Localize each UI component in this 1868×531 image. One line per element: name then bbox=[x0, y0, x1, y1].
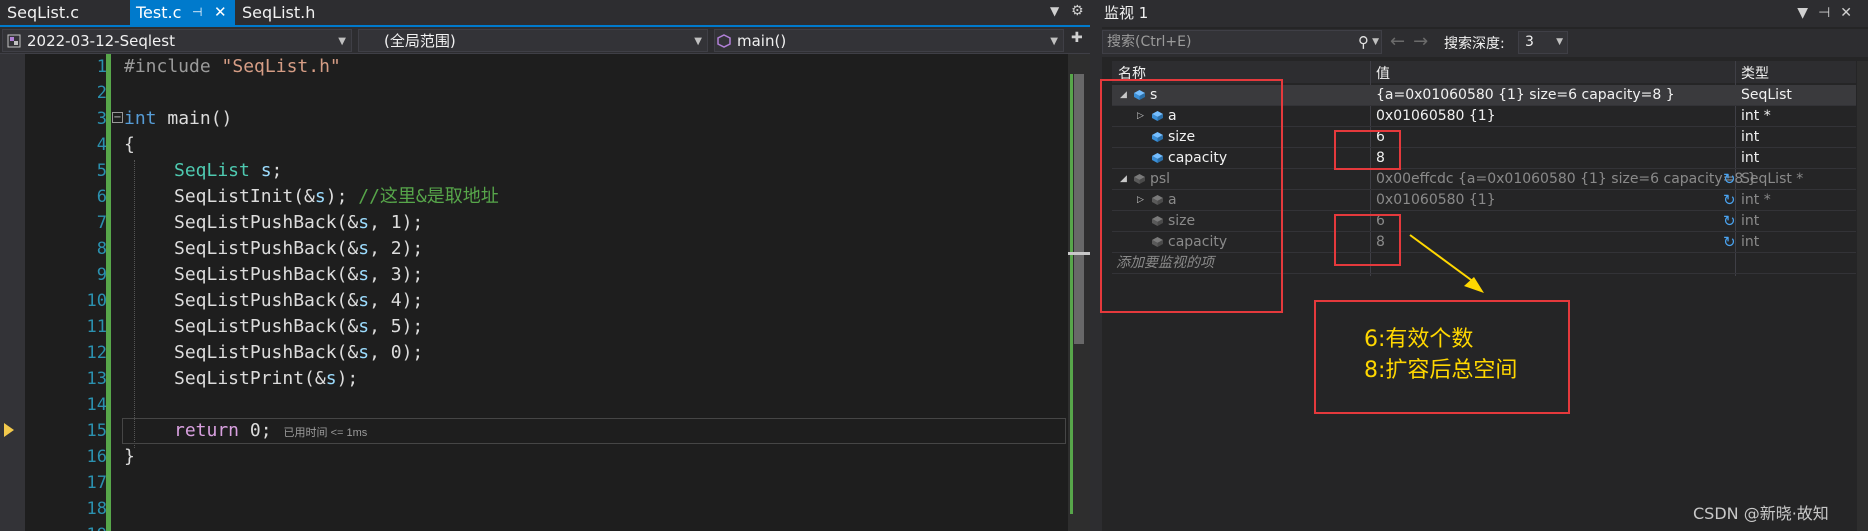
code-line-11: SeqListPushBack(&s, 5); bbox=[174, 316, 424, 337]
code-line-4: { bbox=[124, 134, 135, 155]
line-numbers: 1 2 3 4 5 6 7 8 9 10 11 12 13 14 15 16 1… bbox=[86, 57, 107, 531]
collapse-toggle-icon[interactable]: − bbox=[112, 112, 123, 123]
watermark: CSDN @新晓·故知 bbox=[1693, 504, 1829, 523]
function-dropdown[interactable]: main() ▼ bbox=[714, 29, 1064, 52]
annotation-line-2: 8:扩容后总空间 bbox=[1364, 358, 1518, 383]
back-arrow-icon[interactable]: ← bbox=[1390, 31, 1413, 52]
annotation-line-1: 6:有效个数 bbox=[1364, 327, 1474, 352]
highlight-box-psl-values bbox=[1334, 214, 1401, 266]
search-input[interactable]: 搜索(Ctrl+E) ⚲ ▼ bbox=[1102, 30, 1382, 54]
watch-title-bar: 监视 1 ▼⊣✕ bbox=[1102, 0, 1868, 27]
search-nav-arrows[interactable]: ←→ bbox=[1390, 31, 1436, 52]
code-line-15: return 0; 已用时间 <= 1ms bbox=[174, 420, 368, 441]
chevron-down-icon[interactable]: ▼ bbox=[1372, 31, 1379, 53]
refresh-icon[interactable]: ↻ bbox=[1723, 169, 1736, 189]
annotation-note: 6:有效个数 8:扩容后总空间 bbox=[1314, 300, 1570, 414]
column-header-type[interactable]: 类型 bbox=[1741, 63, 1769, 83]
code-line-10: SeqListPushBack(&s, 4); bbox=[174, 290, 424, 311]
document-tab-bar: SeqList.c Test.c ⊣ ✕ SeqList.h ▼ ⚙ bbox=[0, 0, 1090, 27]
close-icon[interactable]: ✕ bbox=[214, 0, 227, 25]
chevron-down-icon: ▼ bbox=[1050, 36, 1058, 47]
refresh-icon[interactable]: ↻ bbox=[1723, 190, 1736, 210]
change-map bbox=[1070, 74, 1073, 514]
code-line-6: SeqListInit(&s); //这里&是取地址 bbox=[174, 186, 499, 207]
refresh-icon[interactable]: ↻ bbox=[1723, 232, 1736, 252]
watch-title: 监视 1 bbox=[1104, 4, 1149, 22]
code-line-5: SeqList s; bbox=[174, 160, 283, 181]
pin-icon[interactable]: ⊣ bbox=[1818, 5, 1840, 21]
code-line-16: } bbox=[124, 446, 135, 467]
watch-search-bar: 搜索(Ctrl+E) ⚲ ▼ ←→ 搜索深度: 3 ▼ bbox=[1102, 29, 1868, 57]
breakpoint-gutter[interactable] bbox=[0, 54, 25, 531]
window-controls[interactable]: ▼⊣✕ bbox=[1797, 0, 1862, 27]
editor-vertical-scrollbar[interactable] bbox=[1068, 54, 1090, 531]
code-area[interactable]: #include "SeqList.h" int main() { SeqLis… bbox=[124, 54, 1069, 531]
change-tracking-bar bbox=[106, 54, 111, 531]
navigation-bar: 2022-03-12-Seqlest ▼ (全局范围) ▼ main() ▼ ✚ bbox=[0, 27, 1090, 54]
tab-test-c[interactable]: Test.c ⊣ ✕ bbox=[130, 0, 235, 25]
tab-seqlist-h[interactable]: SeqList.h bbox=[235, 0, 395, 25]
chevron-down-icon: ▼ bbox=[694, 36, 702, 47]
project-icon bbox=[7, 34, 21, 48]
method-icon bbox=[717, 34, 731, 48]
highlight-box-names bbox=[1100, 79, 1283, 313]
chevron-down-icon: ▼ bbox=[1556, 37, 1563, 47]
close-icon[interactable]: ✕ bbox=[1840, 5, 1862, 21]
scope-dropdown[interactable]: (全局范围) ▼ bbox=[358, 29, 708, 52]
scroll-thumb[interactable] bbox=[1074, 74, 1084, 344]
code-line-3: int main() bbox=[124, 108, 233, 129]
pin-icon[interactable]: ⊣ bbox=[192, 0, 202, 25]
perf-tip: 已用时间 <= 1ms bbox=[283, 427, 368, 439]
watch-vertical-scrollbar[interactable] bbox=[1857, 61, 1868, 531]
forward-arrow-icon[interactable]: → bbox=[1413, 31, 1436, 52]
highlight-box-s-values bbox=[1334, 130, 1401, 170]
caret-position-marker bbox=[1068, 252, 1090, 255]
column-header-value[interactable]: 值 bbox=[1376, 63, 1390, 83]
current-statement-arrow-icon bbox=[4, 423, 14, 437]
code-line-9: SeqListPushBack(&s, 3); bbox=[174, 264, 424, 285]
code-editor: SeqList.c Test.c ⊣ ✕ SeqList.h ▼ ⚙ 2022-… bbox=[0, 0, 1090, 531]
split-icon[interactable]: ✚ bbox=[1071, 30, 1083, 46]
tab-seqlist-c[interactable]: SeqList.c bbox=[0, 0, 130, 25]
gear-icon[interactable]: ⚙ bbox=[1071, 3, 1084, 19]
code-line-8: SeqListPushBack(&s, 2); bbox=[174, 238, 424, 259]
code-line-13: SeqListPrint(&s); bbox=[174, 368, 359, 389]
search-depth-select[interactable]: 3 ▼ bbox=[1518, 31, 1568, 54]
project-dropdown[interactable]: 2022-03-12-Seqlest ▼ bbox=[2, 29, 352, 52]
annotation-arrow-icon bbox=[1409, 234, 1484, 293]
chevron-down-icon: ▼ bbox=[338, 36, 346, 47]
refresh-icon[interactable]: ↻ bbox=[1723, 211, 1736, 231]
search-depth-label: 搜索深度: bbox=[1444, 36, 1505, 52]
code-line-1: #include "SeqList.h" bbox=[124, 56, 341, 77]
tab-dropdown-icon[interactable]: ▼ bbox=[1050, 4, 1059, 18]
search-icon[interactable]: ⚲ bbox=[1358, 31, 1369, 53]
code-line-7: SeqListPushBack(&s, 1); bbox=[174, 212, 424, 233]
code-line-12: SeqListPushBack(&s, 0); bbox=[174, 342, 424, 363]
dropdown-icon[interactable]: ▼ bbox=[1797, 5, 1818, 21]
